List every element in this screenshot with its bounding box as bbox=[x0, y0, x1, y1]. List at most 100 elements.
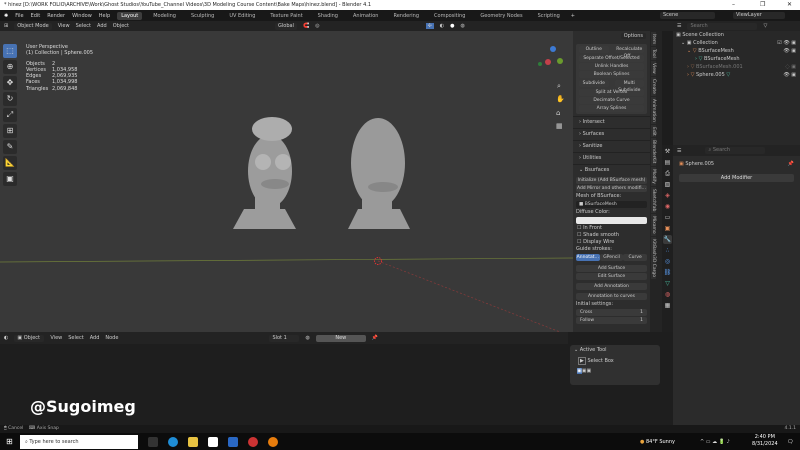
menu-file[interactable]: File bbox=[15, 13, 23, 19]
guide-gpencil-option[interactable]: GPencil bbox=[599, 254, 624, 261]
tab-texture-paint[interactable]: Texture Paint bbox=[266, 12, 306, 20]
store-icon[interactable] bbox=[228, 436, 238, 447]
add-annotation-button[interactable]: Add Annotation bbox=[576, 283, 647, 290]
display-wire-checkbox[interactable]: ☐ Display Wire bbox=[573, 239, 650, 246]
annotation-to-curves-button[interactable]: Annotation to curves bbox=[576, 293, 647, 300]
section-utilities[interactable]: › Utilities bbox=[573, 152, 650, 164]
shading-material-icon[interactable]: ◍ bbox=[461, 23, 465, 29]
tab-scripting[interactable]: Scripting bbox=[534, 12, 564, 20]
options-dropdown[interactable]: Options bbox=[620, 33, 646, 39]
section-sanitize[interactable]: › Sanitize bbox=[573, 140, 650, 152]
node-menu-select[interactable]: Select bbox=[68, 335, 83, 341]
minimize-button[interactable]: – bbox=[732, 0, 735, 10]
menu-help[interactable]: Help bbox=[99, 13, 110, 19]
tab-uv-editing[interactable]: UV Editing bbox=[225, 12, 259, 20]
active-tool-title[interactable]: ⌄ Active Tool bbox=[570, 345, 660, 355]
outliner-row-bsurfacemesh[interactable]: ⌄ ▽ BSurfaceMesh 👁 ▣ bbox=[673, 47, 800, 55]
annotate-tool-icon[interactable]: ✎ bbox=[3, 140, 17, 154]
properties-menu-icon[interactable]: ☰ bbox=[677, 148, 681, 154]
menu-window[interactable]: Window bbox=[72, 13, 92, 19]
new-material-button[interactable]: New bbox=[315, 334, 366, 342]
section-intersect[interactable]: › Intersect bbox=[573, 116, 650, 128]
rotate-tool-icon[interactable]: ↻ bbox=[3, 92, 17, 106]
tab-create[interactable]: Create bbox=[651, 76, 656, 96]
close-button[interactable]: ✕ bbox=[787, 0, 792, 10]
tab-compositing[interactable]: Compositing bbox=[430, 12, 469, 20]
add-cube-tool-icon[interactable]: ▣ bbox=[3, 172, 17, 186]
subdivide-button[interactable]: Subdivide bbox=[579, 80, 609, 87]
gizmo-toggle-icon[interactable]: ✣ bbox=[425, 23, 434, 29]
menu-view[interactable]: View bbox=[58, 23, 70, 29]
world-props-icon[interactable]: ◉ bbox=[663, 202, 672, 211]
proportional-edit-icon[interactable]: ◎ bbox=[315, 23, 319, 29]
section-bsurfaces[interactable]: ⌄ Bsurfaces bbox=[573, 164, 650, 176]
outliner-search[interactable]: Search bbox=[687, 22, 758, 30]
shade-smooth-checkbox[interactable]: ☐ Shade smooth bbox=[573, 232, 650, 239]
add-mirror-button[interactable]: Add Mirror and others modifi… bbox=[576, 185, 647, 192]
cross-field[interactable]: Cross 1 bbox=[576, 309, 647, 316]
constraints-props-icon[interactable]: ⛓ bbox=[663, 268, 672, 277]
tab-modeling[interactable]: Modeling bbox=[149, 12, 180, 20]
outliner-row-bsurfacemesh-data[interactable]: › ▽ BSurfaceMesh bbox=[673, 55, 800, 63]
diffuse-color-swatch[interactable] bbox=[576, 217, 647, 224]
notifications-icon[interactable]: 🗨 bbox=[787, 439, 793, 445]
menu-render[interactable]: Render bbox=[47, 13, 65, 19]
blender-logo-icon[interactable]: ✺ bbox=[4, 13, 8, 19]
slot-selector[interactable]: Slot 1 bbox=[269, 334, 300, 342]
texture-props-icon[interactable]: ▦ bbox=[663, 301, 672, 310]
overlay-toggle-icon[interactable]: ◐ bbox=[440, 23, 444, 29]
recalculate-button[interactable]: Recalculate Off… bbox=[614, 46, 644, 59]
cursor-tool-icon[interactable]: ⊕ bbox=[3, 60, 17, 74]
menu-select[interactable]: Select bbox=[76, 23, 91, 29]
menu-add[interactable]: Add bbox=[97, 23, 107, 29]
tab-view[interactable]: View bbox=[651, 61, 656, 76]
initialize-bsurface-button[interactable]: Initialize (Add BSurface mesh) bbox=[576, 177, 647, 184]
3d-viewport[interactable]: ⌕ ✋ ⌂ ▦ bbox=[0, 31, 662, 332]
unlink-handles-button[interactable]: Unlink Handles bbox=[579, 63, 644, 70]
restore-button[interactable]: ❐ bbox=[760, 0, 765, 10]
render-props-icon[interactable]: ▤ bbox=[663, 158, 672, 167]
mesh-field[interactable]: ■ BSurfaceMesh bbox=[576, 201, 647, 208]
tab-modify[interactable]: Modify bbox=[651, 166, 656, 186]
node-menu-add[interactable]: Add bbox=[90, 335, 100, 341]
material-props-icon[interactable]: ◍ bbox=[663, 290, 672, 299]
multi-subdivide-button[interactable]: Multi Subdivide bbox=[614, 80, 644, 93]
view-layer-icon[interactable]: ▧ bbox=[663, 180, 672, 189]
app-icon[interactable] bbox=[248, 436, 258, 447]
add-surface-button[interactable]: Add Surface bbox=[576, 265, 647, 272]
material-icon[interactable]: ◍ bbox=[305, 335, 309, 341]
guide-annotation-option[interactable]: Annotat… bbox=[576, 254, 600, 261]
tab-edit[interactable]: Edit bbox=[651, 124, 656, 138]
array-splines-button[interactable]: Array Splines bbox=[579, 105, 644, 112]
editor-type-icon[interactable]: ⊞ bbox=[4, 23, 8, 29]
scene-props-icon[interactable]: ◈ bbox=[663, 191, 672, 200]
tab-kitbash3d[interactable]: KitBash3D Cargo bbox=[651, 236, 656, 279]
head-model-right[interactable] bbox=[348, 118, 410, 229]
guide-curve-option[interactable]: Curve bbox=[623, 254, 648, 261]
collection-props-icon[interactable]: ▭ bbox=[663, 213, 672, 222]
tab-tool[interactable]: Tool bbox=[651, 47, 656, 60]
particles-props-icon[interactable]: ∴ bbox=[663, 246, 672, 255]
clock[interactable]: 2:40 PM 8/31/2024 bbox=[752, 434, 778, 448]
tab-animation[interactable]: Animation bbox=[349, 12, 383, 20]
tab-shading[interactable]: Shading bbox=[314, 12, 342, 20]
output-props-icon[interactable]: ⎙ bbox=[663, 169, 672, 178]
outliner-row-bsurfacemesh-001[interactable]: › ▽ BSurfaceMesh.001 ◌ ▣ bbox=[673, 63, 800, 71]
filter-icon[interactable]: ▽ bbox=[763, 23, 767, 29]
pin-icon[interactable]: 📌 bbox=[372, 335, 378, 341]
shading-solid-icon[interactable]: ● bbox=[450, 23, 454, 29]
edge-icon[interactable] bbox=[168, 436, 178, 447]
outliner-row-scene-collection[interactable]: ▣ Scene Collection bbox=[673, 31, 800, 39]
modifier-props-icon[interactable]: 🔧 bbox=[663, 235, 672, 244]
notepad-icon[interactable] bbox=[208, 436, 218, 447]
snap-icon[interactable]: 🧲 bbox=[303, 23, 309, 29]
decimate-curve-button[interactable]: Decimate Curve bbox=[579, 97, 644, 104]
properties-search[interactable]: ⌕ Search bbox=[705, 147, 766, 154]
move-tool-icon[interactable]: ✥ bbox=[3, 76, 17, 90]
navigation-gizmo[interactable] bbox=[538, 46, 563, 66]
editor-type-icon[interactable]: ◐ bbox=[4, 335, 8, 341]
orientation-selector[interactable]: Global bbox=[275, 22, 297, 30]
tab-rendering[interactable]: Rendering bbox=[389, 12, 423, 20]
tray-icons[interactable]: ^ ▭ ☁ 🔋 ♪ bbox=[700, 439, 730, 445]
node-menu-view[interactable]: View bbox=[50, 335, 62, 341]
